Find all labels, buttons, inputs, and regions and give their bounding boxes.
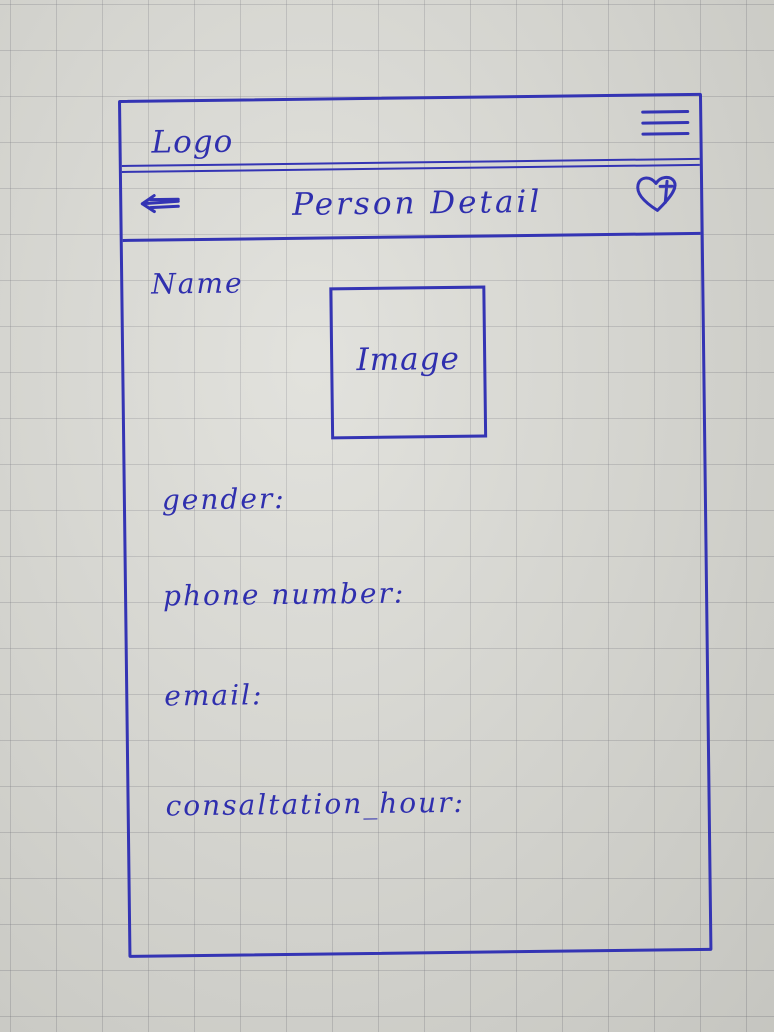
consultation-hour-label: consaltation_hour: xyxy=(165,785,466,823)
menu-button[interactable] xyxy=(641,110,690,141)
logo: Logo xyxy=(151,123,234,161)
top-bar: Logo xyxy=(121,95,700,167)
email-label: email: xyxy=(164,678,264,713)
page-title: Person Detail xyxy=(292,183,543,223)
back-arrow-icon xyxy=(140,194,180,214)
name-label: Name xyxy=(151,266,244,301)
nav-bar: Person Detail xyxy=(121,163,701,242)
phone-number-label: phone number: xyxy=(162,576,406,613)
back-button[interactable] xyxy=(138,188,184,219)
person-detail-content: Name Image gender: phone number: email: … xyxy=(123,233,710,955)
favorite-button[interactable] xyxy=(634,172,681,217)
heart-add-icon xyxy=(636,175,677,212)
phone-frame: Logo Person Detail Name Image gender: ph… xyxy=(118,92,713,958)
image-placeholder-label: Image xyxy=(356,340,461,379)
hamburger-menu-icon xyxy=(641,110,690,136)
person-image-placeholder: Image xyxy=(329,285,488,440)
gender-label: gender: xyxy=(161,481,286,517)
